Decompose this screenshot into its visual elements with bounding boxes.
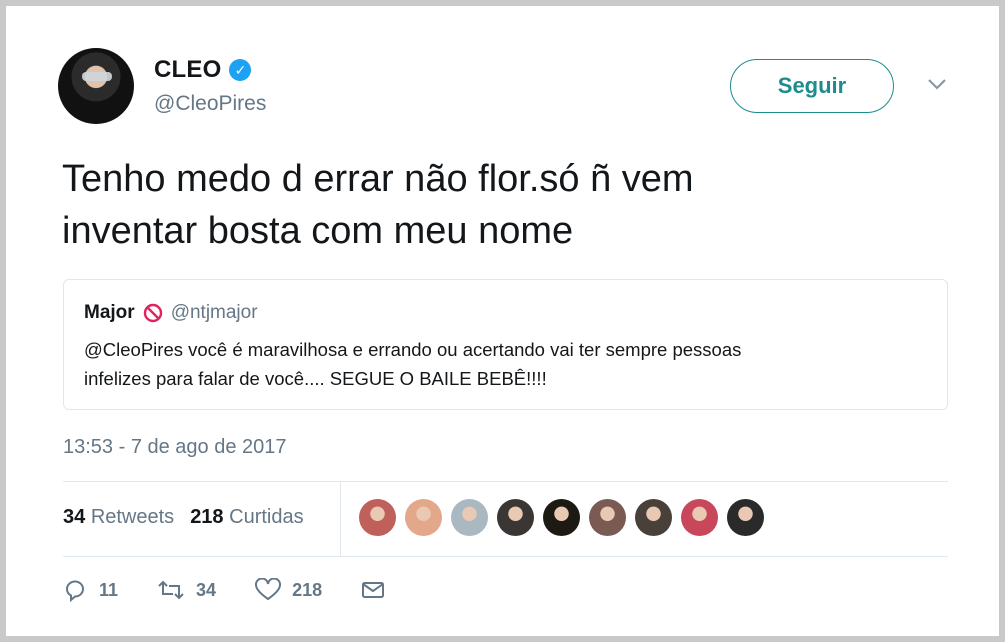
quoted-text-line: @CleoPires você é maravilhosa e errando … — [84, 339, 742, 360]
retweet-count: 34 — [196, 579, 217, 600]
author-handle[interactable]: @CleoPires — [154, 92, 266, 116]
retweets-count: 34 — [63, 506, 86, 528]
quoted-author-name: Major — [84, 302, 135, 323]
retweets-label: Retweets — [90, 506, 175, 528]
tweet-text: Tenho medo d errar não flor.só ñ vem inv… — [62, 153, 902, 257]
liker-avatar[interactable] — [681, 499, 718, 536]
likes-label: Curtidas — [229, 506, 304, 528]
retweet-icon — [158, 580, 184, 600]
tweet-text-line: Tenho medo d errar não flor.só ñ vem — [62, 158, 694, 200]
tweet-timestamp[interactable]: 13:53 - 7 de ago de 2017 — [63, 436, 287, 459]
follow-button[interactable]: Seguir — [730, 59, 894, 113]
author-name-row: CLEO ✓ — [154, 56, 252, 84]
author-name[interactable]: CLEO — [154, 56, 221, 84]
verified-check-icon: ✓ — [229, 59, 252, 81]
divider — [63, 481, 948, 482]
quoted-tweet-header: Major @ntjmajor — [84, 302, 258, 324]
quoted-author-handle: @ntjmajor — [170, 302, 258, 323]
quoted-text-line: infelizes para falar de você.... SEGUE O… — [84, 368, 547, 389]
message-button[interactable] — [360, 579, 386, 601]
author-avatar[interactable] — [58, 48, 134, 124]
heart-icon — [255, 578, 282, 601]
envelope-icon — [362, 582, 385, 598]
like-count: 218 — [292, 579, 323, 600]
tweet-text-line: inventar bosta com meu nome — [62, 210, 574, 252]
stats-separator — [340, 482, 341, 556]
retweet-button[interactable]: 34 — [156, 578, 216, 602]
liker-avatar[interactable] — [635, 499, 672, 536]
no-entry-icon — [143, 303, 162, 323]
liker-avatars — [359, 499, 764, 536]
tweet-actions: 11 34 218 — [63, 578, 424, 602]
liker-avatar[interactable] — [543, 499, 580, 536]
quoted-tweet[interactable]: Major @ntjmajor @CleoPires você é maravi… — [63, 279, 948, 410]
liker-avatar[interactable] — [405, 499, 442, 536]
tweet-stats: 34 Retweets 218 Curtidas — [63, 506, 304, 529]
sunglasses-decoration — [82, 72, 112, 81]
divider — [63, 556, 948, 557]
likes-count: 218 — [190, 506, 224, 528]
liker-avatar[interactable] — [589, 499, 626, 536]
tweet-card: CLEO ✓ @CleoPires Seguir Tenho medo d er… — [6, 6, 999, 636]
liker-avatar[interactable] — [451, 499, 488, 536]
reply-icon — [65, 580, 84, 602]
quoted-tweet-text: @CleoPires você é maravilhosa e errando … — [84, 335, 924, 393]
like-button[interactable]: 218 — [254, 578, 322, 602]
liker-avatar[interactable] — [497, 499, 534, 536]
liker-avatar[interactable] — [727, 499, 764, 536]
liker-avatar[interactable] — [359, 499, 396, 536]
chevron-down-icon[interactable] — [926, 76, 948, 92]
reply-button[interactable]: 11 — [63, 578, 118, 602]
likes-stat[interactable]: 218 Curtidas — [190, 506, 303, 529]
retweets-stat[interactable]: 34 Retweets — [63, 506, 174, 529]
reply-count: 11 — [99, 579, 119, 600]
